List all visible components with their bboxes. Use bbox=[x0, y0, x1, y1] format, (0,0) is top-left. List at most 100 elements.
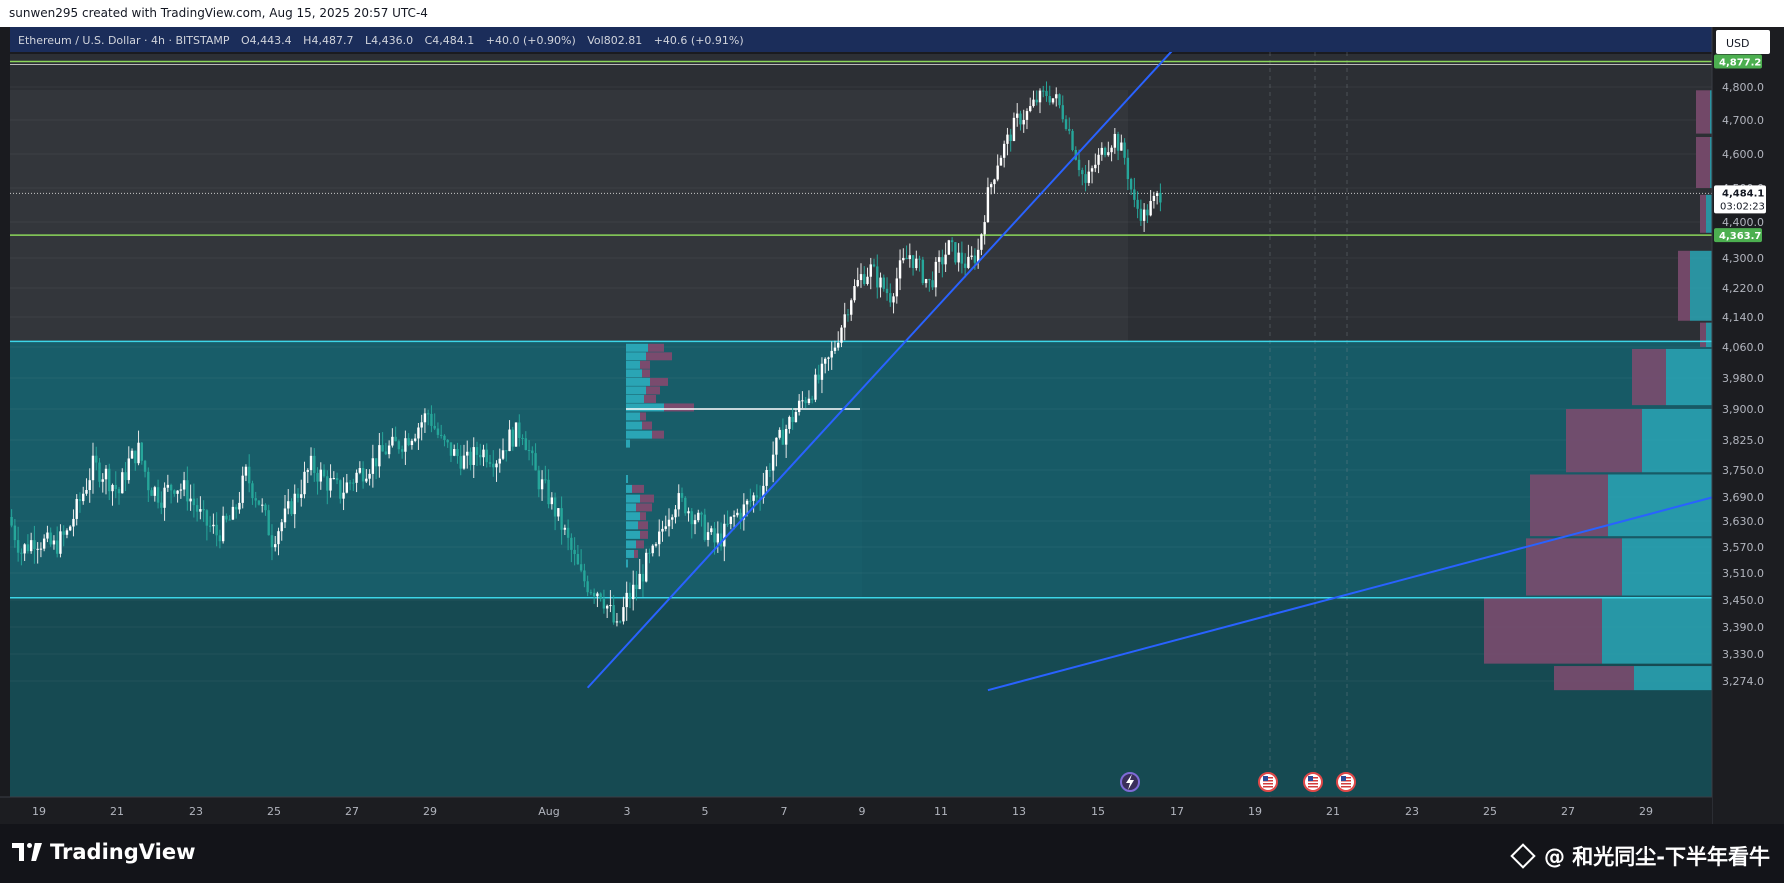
candle-body bbox=[928, 279, 931, 281]
candle-body bbox=[300, 494, 303, 498]
candle-body bbox=[713, 528, 716, 543]
candle-body bbox=[771, 454, 775, 471]
candle-body bbox=[667, 519, 671, 527]
candle-body bbox=[274, 544, 277, 548]
candle-body bbox=[1159, 192, 1162, 203]
candle-body bbox=[475, 447, 479, 455]
candle-body bbox=[527, 449, 531, 451]
candle-body bbox=[827, 357, 830, 359]
session-profile-down bbox=[642, 369, 650, 378]
candle-body bbox=[417, 427, 420, 439]
candle-body bbox=[436, 428, 440, 435]
price-tick-label: 3,330.0 bbox=[1722, 648, 1764, 661]
time-tick-label: 25 bbox=[1483, 805, 1497, 818]
price-tick-label: 3,510.0 bbox=[1722, 567, 1764, 580]
candle-body bbox=[394, 436, 397, 442]
chart-canvas[interactable]: Ethereum / U.S. Dollar · 4h · BITSTAMP O… bbox=[0, 27, 1784, 824]
attribution-bar: sunwen295 created with TradingView.com, … bbox=[0, 0, 1784, 27]
candle-body bbox=[654, 544, 658, 546]
candle-body bbox=[908, 255, 912, 260]
candle-body bbox=[121, 472, 124, 494]
candle-body bbox=[931, 280, 934, 288]
candle-body bbox=[566, 527, 570, 538]
flag-canton bbox=[1308, 776, 1313, 781]
candle-body bbox=[62, 531, 65, 535]
candle-body bbox=[550, 497, 554, 505]
candle-body bbox=[804, 400, 807, 404]
us-flag-icon[interactable] bbox=[1336, 772, 1356, 792]
candle-body bbox=[205, 510, 209, 526]
us-flag-icon[interactable] bbox=[1303, 772, 1323, 792]
candle-body bbox=[329, 478, 332, 491]
session-profile-down bbox=[652, 430, 664, 439]
time-axis[interactable] bbox=[0, 797, 1712, 824]
candle-body bbox=[739, 512, 742, 520]
us-flag-icon[interactable] bbox=[1258, 772, 1278, 792]
price-tick-label: 4,800.0 bbox=[1722, 81, 1764, 94]
candle-body bbox=[911, 255, 915, 269]
candle-body bbox=[869, 264, 872, 277]
candle-body bbox=[752, 495, 755, 501]
candle-body bbox=[221, 515, 225, 542]
candle-body bbox=[365, 478, 368, 482]
candle-body bbox=[381, 445, 384, 452]
candle-body bbox=[843, 314, 846, 328]
candle-body bbox=[749, 500, 752, 502]
candle-body bbox=[1035, 99, 1038, 103]
candle-body bbox=[1097, 154, 1100, 165]
candle-body bbox=[547, 479, 550, 505]
candle-body bbox=[326, 476, 329, 491]
candle-body bbox=[895, 278, 898, 297]
price-axis[interactable] bbox=[1712, 27, 1784, 824]
profile-bar-up bbox=[1602, 597, 1712, 664]
flag-stripe bbox=[1308, 783, 1318, 785]
candle-body bbox=[55, 540, 59, 554]
candle-body bbox=[378, 445, 381, 467]
candle-body bbox=[23, 544, 26, 554]
candle-body bbox=[261, 504, 264, 506]
candle-body bbox=[625, 592, 628, 608]
candle-body bbox=[479, 454, 482, 458]
candle-body bbox=[202, 509, 205, 511]
candle-body bbox=[781, 429, 785, 445]
session-profile-down bbox=[640, 494, 654, 503]
watermark-text: @ 和光同尘-下半年看牛 bbox=[1543, 845, 1770, 869]
candle-body bbox=[1155, 192, 1159, 196]
candle-body bbox=[963, 263, 967, 268]
candle-body bbox=[13, 525, 17, 541]
session-profile-up bbox=[626, 512, 640, 521]
candle-body bbox=[147, 471, 150, 491]
candle-body bbox=[16, 540, 20, 553]
candle-body bbox=[726, 523, 729, 525]
candle-body bbox=[189, 498, 192, 502]
price-tick-label: 3,390.0 bbox=[1722, 621, 1764, 634]
candle-body bbox=[1051, 98, 1055, 103]
candle-body bbox=[397, 441, 401, 450]
author-watermark: @ 和光同尘-下半年看牛 bbox=[1510, 841, 1770, 871]
profile-bar-up bbox=[1608, 474, 1712, 537]
candle-body bbox=[212, 524, 215, 527]
countdown-tag: 03:02:23 bbox=[1720, 201, 1765, 212]
session-profile-up bbox=[626, 343, 648, 352]
tradingview-logo[interactable]: TradingView bbox=[12, 840, 195, 864]
profile-bar-up bbox=[1690, 250, 1712, 321]
time-tick-label: 29 bbox=[1639, 805, 1653, 818]
candle-body bbox=[1129, 179, 1133, 190]
legend-open: 4,443.4 bbox=[250, 34, 292, 47]
candle-body bbox=[602, 598, 606, 609]
candle-body bbox=[954, 242, 957, 263]
candle-body bbox=[319, 469, 322, 482]
flag-canton bbox=[1341, 776, 1346, 781]
profile-bar-up bbox=[1642, 409, 1712, 473]
session-profile-up bbox=[626, 484, 632, 493]
session-profile-down bbox=[650, 377, 668, 386]
candle-body bbox=[169, 484, 173, 491]
candle-body bbox=[215, 524, 218, 536]
candle-body bbox=[671, 517, 674, 520]
candle-body bbox=[342, 492, 345, 499]
lightning-icon[interactable] bbox=[1120, 772, 1140, 792]
time-tick-label: 23 bbox=[189, 805, 203, 818]
candle-body bbox=[1103, 147, 1107, 156]
legend-volume-change: +40.6 (+0.91%) bbox=[654, 34, 744, 47]
session-profile-down bbox=[644, 394, 656, 403]
